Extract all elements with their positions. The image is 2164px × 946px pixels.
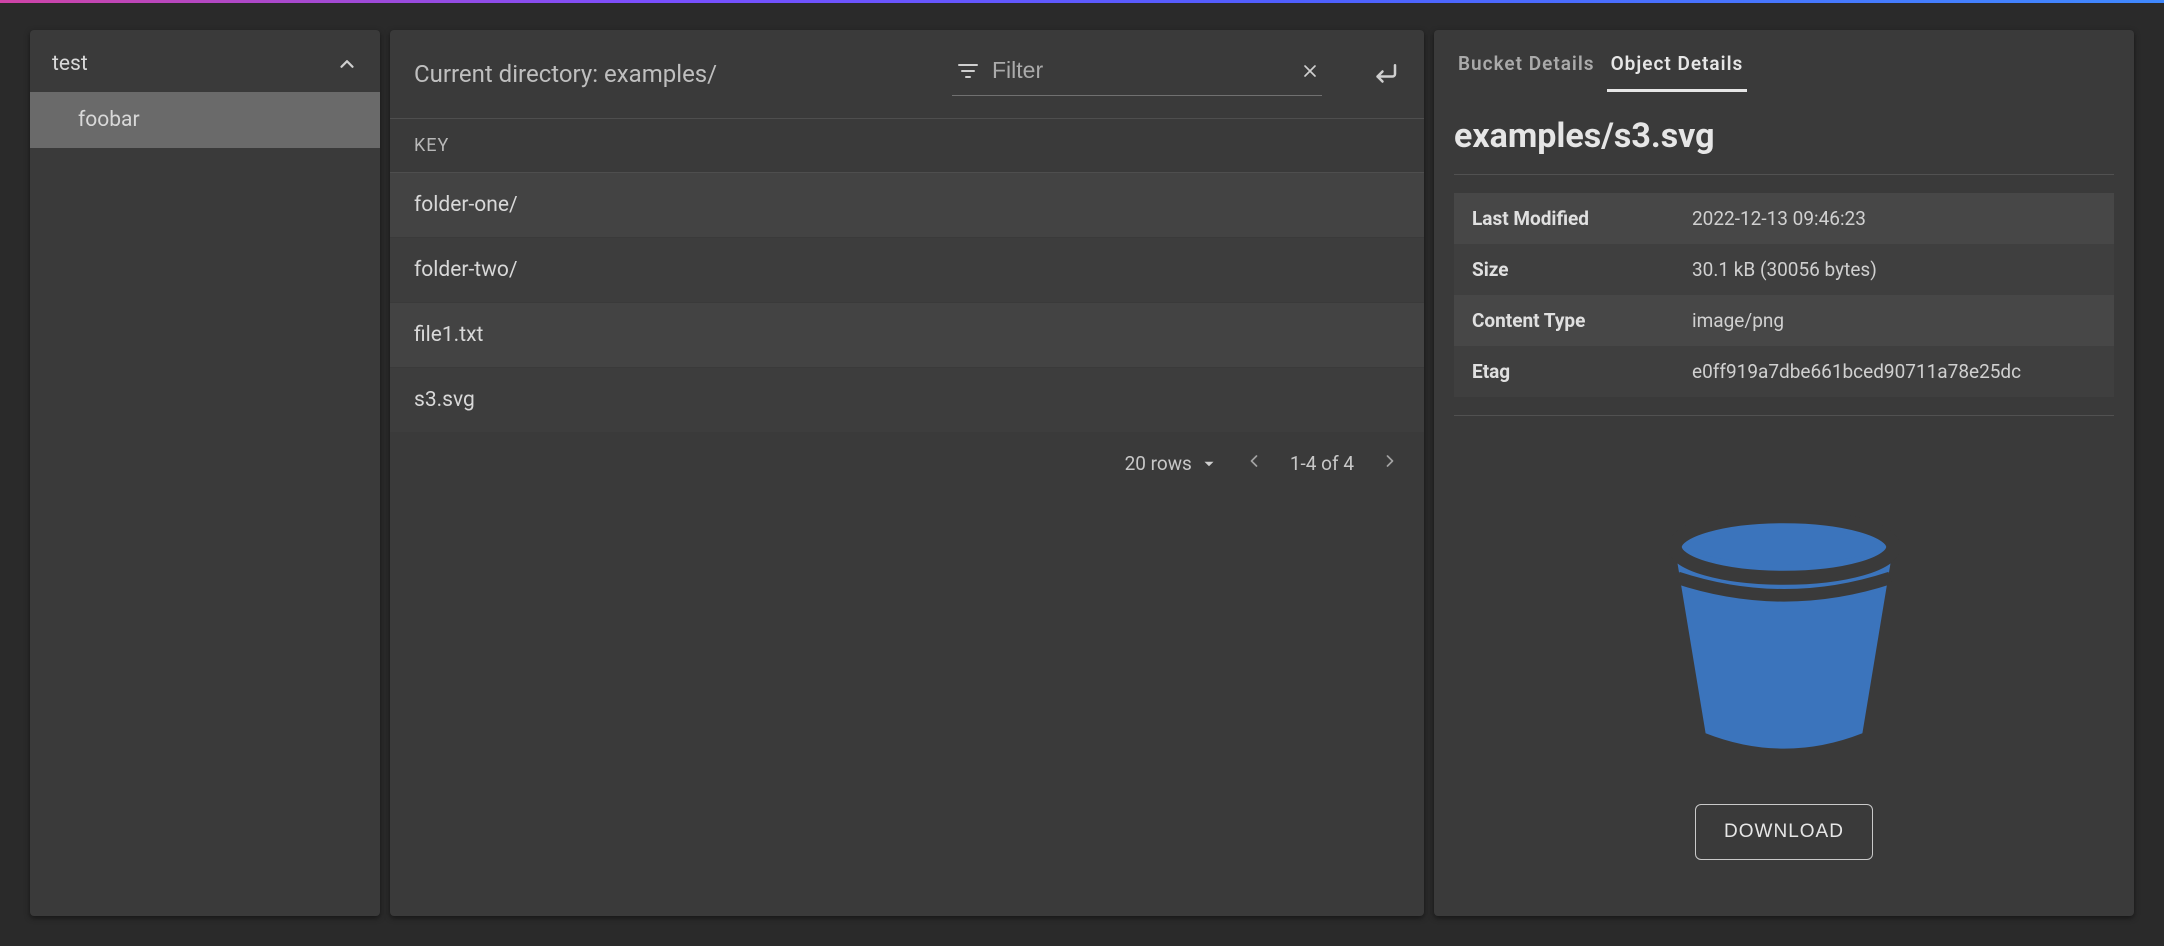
current-directory-label: Current directory: examples/ xyxy=(414,60,717,88)
kv-row: Content Type image/png xyxy=(1454,295,2114,346)
kv-value: 2022-12-13 09:46:23 xyxy=(1692,207,1866,230)
page-range-label: 1-4 of 4 xyxy=(1290,452,1354,475)
bucket-tree-sidebar: test foobar xyxy=(30,30,380,916)
row-key: s3.svg xyxy=(414,388,475,412)
row-key: folder-two/ xyxy=(414,258,518,282)
listing-toolbar: Current directory: examples/ xyxy=(390,30,1424,118)
kv-value: image/png xyxy=(1692,309,1784,332)
rows-per-page-select[interactable]: 20 rows xyxy=(1125,452,1218,475)
tab-bucket-details[interactable]: Bucket Details xyxy=(1454,38,1599,92)
kv-key: Content Type xyxy=(1472,309,1692,332)
row-key: folder-one/ xyxy=(414,193,518,217)
object-preview: DOWNLOAD xyxy=(1434,416,2134,916)
kv-row: Last Modified 2022-12-13 09:46:23 xyxy=(1454,193,2114,244)
table-row[interactable]: folder-one/ xyxy=(390,173,1424,238)
chevron-up-icon xyxy=(336,53,358,75)
top-gradient-strip xyxy=(0,0,2164,3)
filter-input[interactable] xyxy=(990,56,1290,85)
object-metadata-list: Last Modified 2022-12-13 09:46:23 Size 3… xyxy=(1434,175,2134,397)
kv-value: e0ff919a7dbe661bced90711a78e25dc xyxy=(1692,360,2021,383)
table-body: folder-one/ folder-two/ file1.txt s3.svg xyxy=(390,173,1424,433)
enter-directory-button[interactable] xyxy=(1370,59,1400,89)
details-panel: Bucket Details Object Details examples/s… xyxy=(1434,30,2134,916)
table-header-key: KEY xyxy=(390,118,1424,173)
row-key: file1.txt xyxy=(414,323,483,347)
kv-key: Size xyxy=(1472,258,1692,281)
sidebar-item-foobar[interactable]: foobar xyxy=(30,92,380,148)
sidebar-item-label: foobar xyxy=(78,108,140,132)
kv-row: Size 30.1 kB (30056 bytes) xyxy=(1454,244,2114,295)
table-row[interactable]: s3.svg xyxy=(390,368,1424,433)
prev-page-button[interactable] xyxy=(1244,451,1264,476)
kv-key: Last Modified xyxy=(1472,207,1692,230)
table-row[interactable]: folder-two/ xyxy=(390,238,1424,303)
kv-row: Etag e0ff919a7dbe661bced90711a78e25dc xyxy=(1454,346,2114,397)
details-tabs: Bucket Details Object Details xyxy=(1434,30,2134,92)
filter-icon xyxy=(956,59,980,83)
table-row[interactable]: file1.txt xyxy=(390,303,1424,368)
sidebar-item-test[interactable]: test xyxy=(30,30,380,92)
kv-key: Etag xyxy=(1472,360,1692,383)
kv-value: 30.1 kB (30056 bytes) xyxy=(1692,258,1877,281)
rows-per-page-label: 20 rows xyxy=(1125,452,1192,475)
sidebar-item-label: test xyxy=(52,52,88,76)
tab-object-details[interactable]: Object Details xyxy=(1607,38,1748,92)
clear-filter-icon[interactable] xyxy=(1300,61,1320,81)
next-page-button[interactable] xyxy=(1380,451,1400,476)
filter-field-wrap xyxy=(952,52,1322,96)
download-button[interactable]: DOWNLOAD xyxy=(1695,804,1873,860)
pagination-bar: 20 rows 1-4 of 4 xyxy=(390,433,1424,494)
object-title: examples/s3.svg xyxy=(1434,92,2134,174)
app-shell: test foobar Current directory: examples/ xyxy=(30,30,2134,916)
s3-bucket-icon xyxy=(1644,484,1924,764)
object-listing-panel: Current directory: examples/ KEY folder-… xyxy=(390,30,1424,916)
